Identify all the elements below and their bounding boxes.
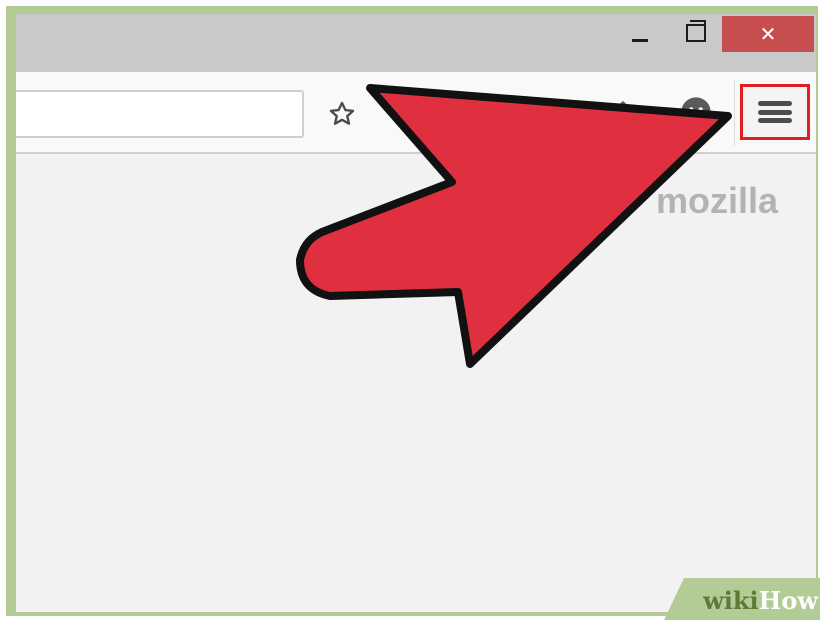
watermark-text: wikiHow xyxy=(703,586,818,615)
watermark-wiki: wiki xyxy=(703,586,759,615)
screenshot-frame: ✕ mozilla wikiHow xyxy=(0,0,820,620)
watermark-how: How xyxy=(758,586,818,615)
wikihow-watermark: wikiHow xyxy=(664,578,820,620)
pointer-arrow-annotation xyxy=(296,84,732,368)
